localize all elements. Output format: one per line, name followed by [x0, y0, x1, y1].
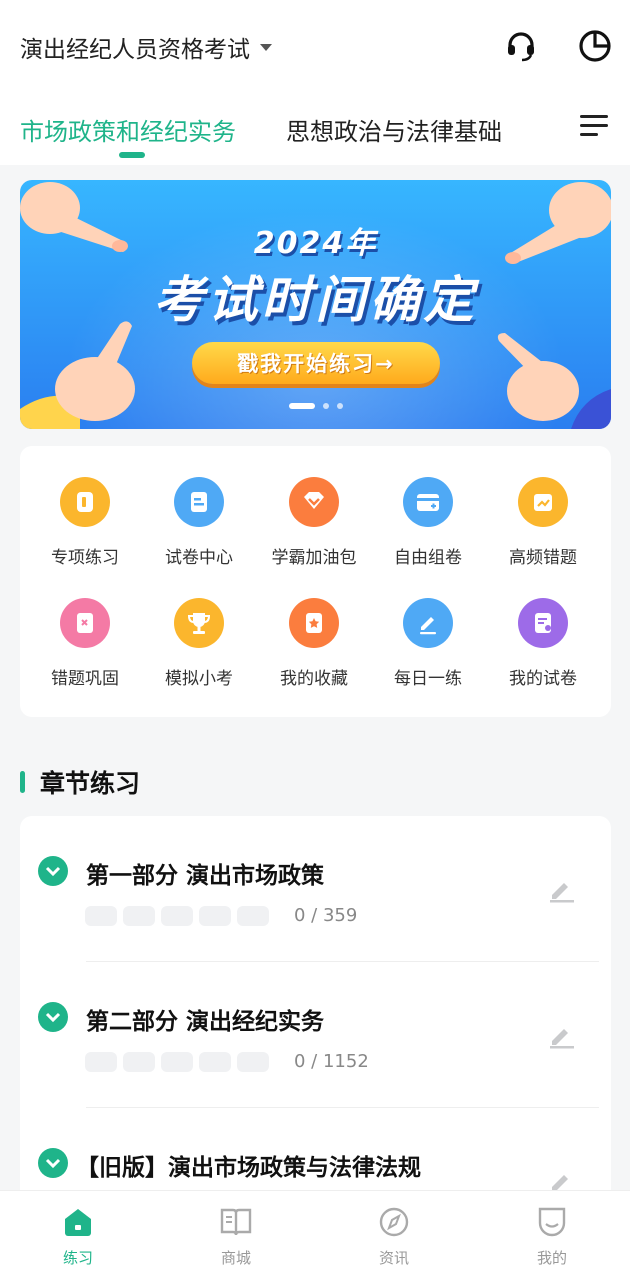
section-title: 章节练习	[40, 769, 141, 798]
tab-indicator	[119, 152, 145, 158]
shortcut-label: 每日一练	[394, 669, 462, 689]
nav-practice[interactable]: 练习	[38, 1205, 118, 1268]
pointing-hand-icon	[20, 321, 135, 429]
shortcut-frequent-errors[interactable]: 高频错题	[486, 477, 600, 577]
shortcut-label: 我的收藏	[280, 669, 348, 689]
compass-icon	[379, 1207, 409, 1237]
chevron-down-icon[interactable]	[38, 856, 68, 886]
shortcut-mock-quiz[interactable]: 模拟小考	[142, 598, 256, 698]
menu-icon[interactable]	[578, 112, 610, 140]
smile-icon	[538, 1207, 566, 1237]
chapter-item[interactable]: 第二部分 演出经纪实务 0 / 1152	[20, 962, 611, 1108]
shortcut-daily-practice[interactable]: 每日一练	[371, 598, 485, 698]
tab-politics-law[interactable]: 思想政治与法律基础	[286, 112, 502, 147]
pagination-dot	[336, 403, 343, 409]
notebook-icon	[60, 477, 110, 527]
chapter-title[interactable]: 【旧版】演出市场政策与法律法规	[76, 1148, 421, 1182]
shortcut-label: 自由组卷	[394, 548, 462, 568]
exam-title[interactable]: 演出经纪人员资格考试	[20, 30, 250, 64]
pointing-hand-icon	[497, 333, 611, 429]
edit-icon[interactable]	[546, 1020, 576, 1050]
shortcut-boost-pack[interactable]: 学霸加油包	[257, 477, 371, 577]
chapter-item[interactable]: 第一部分 演出市场政策 0 / 359	[20, 816, 611, 962]
chapter-progress: 0 / 359	[294, 905, 358, 926]
shortcut-special-practice[interactable]: 专项练习	[28, 477, 142, 577]
shortcut-label: 专项练习	[51, 548, 119, 568]
shortcut-grid: 专项练习 试卷中心 学霸加油包 自由组卷 高频错题 错题巩固 模拟小考 我的收藏…	[20, 446, 611, 717]
shortcut-label: 学霸加油包	[271, 548, 357, 568]
headset-icon[interactable]	[503, 28, 539, 64]
top-bar: 演出经纪人员资格考试 市场政策和经纪实务 思想政治与法律基础	[0, 0, 630, 165]
nav-profile[interactable]: 我的	[512, 1205, 592, 1268]
my-paper-icon	[518, 598, 568, 648]
shortcut-label: 错题巩固	[51, 669, 119, 689]
trophy-icon	[174, 598, 224, 648]
pie-chart-icon[interactable]	[577, 28, 613, 64]
edit-icon[interactable]	[546, 874, 576, 904]
nav-news[interactable]: 资讯	[354, 1205, 434, 1268]
wallet-icon	[403, 477, 453, 527]
chapter-progress: 0 / 1152	[294, 1051, 369, 1072]
nav-label: 我的	[536, 1249, 567, 1267]
star-bookmark-icon	[289, 598, 339, 648]
heading-accent-bar	[20, 771, 25, 793]
shortcut-paper-center[interactable]: 试卷中心	[142, 477, 256, 577]
chevron-down-icon[interactable]	[38, 1148, 68, 1178]
nav-label: 练习	[62, 1249, 93, 1267]
chapter-section-heading: 章节练习	[20, 764, 140, 800]
pencil-icon	[403, 598, 453, 648]
shortcut-label: 我的试卷	[509, 669, 577, 689]
caret-down-icon[interactable]	[260, 43, 272, 51]
chapter-title[interactable]: 第二部分 演出经纪实务	[86, 1002, 324, 1036]
nav-label: 商城	[220, 1249, 251, 1267]
shortcut-error-review[interactable]: 错题巩固	[28, 598, 142, 698]
paper-icon	[174, 477, 224, 527]
pagination-dot	[322, 403, 329, 409]
shortcut-my-papers[interactable]: 我的试卷	[486, 598, 600, 698]
book-icon	[220, 1208, 252, 1236]
bottom-nav: 练习 商城 资讯 我的	[0, 1190, 630, 1280]
banner-pagination	[20, 403, 611, 409]
shortcut-label: 模拟小考	[165, 669, 233, 689]
tab-market-policy[interactable]: 市场政策和经纪实务	[20, 112, 236, 147]
trend-icon	[518, 477, 568, 527]
home-icon	[65, 1209, 91, 1236]
error-book-icon	[60, 598, 110, 648]
gift-icon	[289, 477, 339, 527]
progress-segments	[85, 1052, 269, 1072]
chapter-list: 第一部分 演出市场政策 0 / 359 第二部分 演出经纪实务 0 / 1152…	[20, 816, 611, 1216]
banner-year: 2024年	[253, 226, 378, 261]
chevron-down-icon[interactable]	[38, 1002, 68, 1032]
shortcut-label: 高频错题	[509, 548, 577, 568]
banner-headline: 考试时间确定	[153, 271, 478, 329]
chapter-title[interactable]: 第一部分 演出市场政策	[86, 856, 324, 890]
promo-banner[interactable]: 2024年 考试时间确定 戳我开始练习→	[20, 180, 611, 429]
shortcut-favorites[interactable]: 我的收藏	[257, 598, 371, 698]
nav-mall[interactable]: 商城	[196, 1205, 276, 1268]
shortcut-free-compose[interactable]: 自由组卷	[371, 477, 485, 577]
exam-selector[interactable]: 演出经纪人员资格考试	[20, 30, 272, 64]
progress-segments	[85, 906, 269, 926]
pagination-dot-active	[288, 403, 315, 409]
shortcut-label: 试卷中心	[165, 548, 233, 568]
nav-label: 资讯	[378, 1249, 409, 1267]
banner-cta-button[interactable]: 戳我开始练习→	[192, 342, 440, 384]
